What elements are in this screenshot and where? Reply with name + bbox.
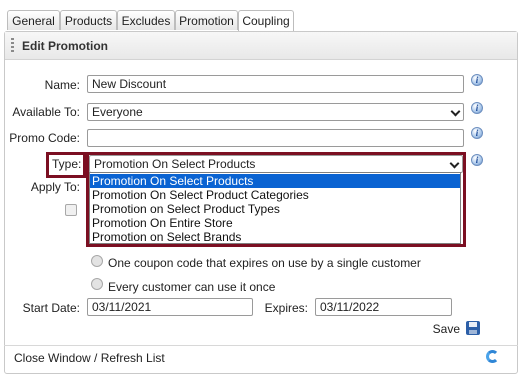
tab-excludes-label: Excludes xyxy=(121,14,171,28)
type-option[interactable]: Promotion On Select Product Categories xyxy=(90,188,460,202)
chevron-down-icon xyxy=(449,158,460,169)
chevron-down-icon xyxy=(450,106,461,117)
save-label[interactable]: Save xyxy=(420,322,460,336)
coupon-radio-every[interactable] xyxy=(91,278,103,290)
tab-products[interactable]: Products xyxy=(60,10,117,30)
available-to-select[interactable]: Everyone xyxy=(87,103,464,121)
apply-to-label: Apply To: xyxy=(30,180,80,194)
promo-code-input[interactable] xyxy=(87,129,464,147)
info-icon[interactable]: i xyxy=(471,127,483,139)
refresh-icon[interactable] xyxy=(486,350,499,363)
tab-general[interactable]: General xyxy=(7,10,60,30)
available-to-label: Available To: xyxy=(12,105,80,119)
expires-label: Expires: xyxy=(264,301,308,315)
start-date-input[interactable] xyxy=(87,298,253,316)
panel-title: Edit Promotion xyxy=(22,39,108,53)
checkbox[interactable] xyxy=(65,204,77,216)
tab-coupling-label: Coupling xyxy=(242,14,290,28)
expires-input[interactable] xyxy=(315,298,452,316)
type-options-list[interactable]: Promotion On Select Products Promotion O… xyxy=(89,172,461,244)
name-input[interactable] xyxy=(87,75,464,93)
tab-promotion[interactable]: Promotion xyxy=(175,10,238,30)
drag-handle-icon[interactable] xyxy=(11,38,14,53)
promo-code-label: Promo Code: xyxy=(9,131,80,145)
coupon-option-single-label: One coupon code that expires on use by a… xyxy=(108,256,421,270)
type-label: Type: xyxy=(52,157,82,171)
tab-general-label: General xyxy=(12,14,55,28)
type-value: Promotion On Select Products xyxy=(94,157,256,171)
info-icon[interactable]: i xyxy=(471,74,483,86)
type-option[interactable]: Promotion on Select Product Types xyxy=(90,202,460,216)
type-option[interactable]: Promotion on Select Brands xyxy=(90,230,460,244)
coupon-radio-single[interactable] xyxy=(91,255,103,267)
start-date-label: Start Date: xyxy=(22,301,80,315)
tab-products-label: Products xyxy=(64,14,113,28)
save-icon[interactable] xyxy=(466,321,480,335)
info-icon[interactable]: i xyxy=(471,154,483,166)
type-option[interactable]: Promotion On Select Products xyxy=(90,174,460,188)
name-label: Name: xyxy=(44,78,80,92)
available-to-value: Everyone xyxy=(92,105,143,119)
footer-divider xyxy=(4,345,518,346)
type-select[interactable]: Promotion On Select Products xyxy=(89,155,463,173)
coupon-option-every-label: Every customer can use it once xyxy=(108,280,276,294)
type-option[interactable]: Promotion On Entire Store xyxy=(90,216,460,230)
tab-promotion-label: Promotion xyxy=(179,14,234,28)
tab-excludes[interactable]: Excludes xyxy=(117,10,175,30)
panel-header: Edit Promotion xyxy=(5,32,517,60)
tab-coupling[interactable]: Coupling xyxy=(238,10,294,31)
info-icon[interactable]: i xyxy=(471,102,483,114)
close-window-link[interactable]: Close Window / Refresh List xyxy=(14,351,165,365)
